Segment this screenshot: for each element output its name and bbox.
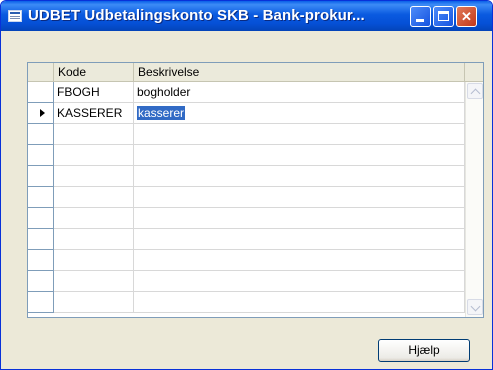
row-selector[interactable] (28, 229, 54, 250)
row-selector[interactable] (28, 292, 54, 313)
code-cell[interactable]: FBOGH (54, 82, 134, 103)
row-selector[interactable] (28, 166, 54, 187)
row-selector[interactable] (28, 103, 54, 124)
row-selector[interactable] (28, 124, 54, 145)
chevron-up-icon (470, 88, 481, 99)
description-cell[interactable] (134, 250, 465, 271)
description-cell[interactable] (134, 124, 465, 145)
column-header-beskrivelse[interactable]: Beskrivelse (134, 63, 465, 81)
row-selector[interactable] (28, 208, 54, 229)
table-row[interactable] (28, 250, 465, 271)
description-cell[interactable] (134, 292, 465, 313)
description-cell[interactable]: bogholder (134, 82, 465, 103)
description-cell[interactable] (134, 208, 465, 229)
minimize-icon (416, 19, 424, 22)
maximize-icon (438, 11, 449, 21)
code-cell[interactable] (54, 187, 134, 208)
row-selector[interactable] (28, 271, 54, 292)
code-grid[interactable]: Kode Beskrivelse FBOGH bogholder KASSERE… (27, 62, 484, 318)
minimize-button[interactable] (410, 6, 431, 27)
table-row[interactable] (28, 124, 465, 145)
description-cell[interactable]: kasserer (134, 103, 465, 124)
table-row[interactable] (28, 271, 465, 292)
scroll-up-button[interactable] (467, 83, 483, 99)
column-header-kode[interactable]: Kode (54, 63, 134, 81)
code-cell[interactable]: KASSERER (54, 103, 134, 124)
code-cell[interactable] (54, 292, 134, 313)
scroll-down-button[interactable] (467, 299, 483, 315)
description-cell[interactable] (134, 166, 465, 187)
maximize-button[interactable] (433, 6, 454, 27)
table-row[interactable]: KASSERER kasserer (28, 103, 465, 124)
code-cell[interactable] (54, 145, 134, 166)
description-cell[interactable] (134, 271, 465, 292)
table-row[interactable]: FBOGH bogholder (28, 82, 465, 103)
table-row[interactable] (28, 229, 465, 250)
table-row[interactable] (28, 145, 465, 166)
dialog-window: UDBET Udbetalingskonto SKB - Bank-prokur… (0, 0, 493, 370)
chevron-down-icon (470, 301, 481, 312)
help-button[interactable]: Hjælp (378, 339, 470, 362)
close-button[interactable]: ✕ (456, 6, 477, 27)
table-row[interactable] (28, 187, 465, 208)
description-cell[interactable] (134, 187, 465, 208)
table-form-icon (8, 10, 22, 22)
row-selector[interactable] (28, 187, 54, 208)
vertical-scrollbar[interactable] (465, 82, 483, 317)
row-selector[interactable] (28, 250, 54, 271)
code-cell[interactable] (54, 229, 134, 250)
title-bar[interactable]: UDBET Udbetalingskonto SKB - Bank-prokur… (1, 1, 492, 31)
row-selector[interactable] (28, 82, 54, 103)
current-row-arrow-icon (40, 109, 45, 117)
code-cell[interactable] (54, 124, 134, 145)
code-cell[interactable] (54, 250, 134, 271)
table-row[interactable] (28, 208, 465, 229)
code-cell[interactable] (54, 208, 134, 229)
close-icon: ✕ (461, 9, 472, 24)
row-selector-header (28, 63, 54, 81)
description-cell[interactable] (134, 145, 465, 166)
description-cell[interactable] (134, 229, 465, 250)
grid-header: Kode Beskrivelse (28, 63, 483, 82)
code-cell[interactable] (54, 271, 134, 292)
table-row[interactable] (28, 292, 465, 313)
selected-text: kasserer (137, 106, 186, 120)
code-cell[interactable] (54, 166, 134, 187)
table-row[interactable] (28, 166, 465, 187)
window-title: UDBET Udbetalingskonto SKB - Bank-prokur… (28, 7, 365, 24)
row-selector[interactable] (28, 145, 54, 166)
